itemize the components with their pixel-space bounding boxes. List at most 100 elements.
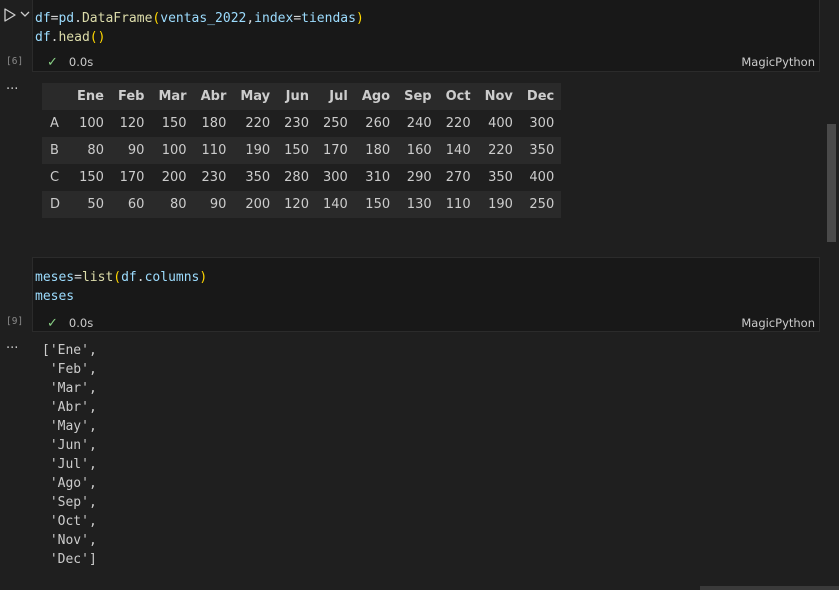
table-cell: 90 <box>193 191 234 218</box>
table-cell: 260 <box>354 110 398 137</box>
table-row: C 150 170 200 230 350 280 300 310 290 270 350 400 <box>42 164 562 191</box>
table-cell: 190 <box>233 137 278 164</box>
table-cell: 220 <box>233 110 278 137</box>
table-cell: 200 <box>233 191 278 218</box>
code-line: meses <box>35 287 207 306</box>
table-cell: 300 <box>315 164 355 191</box>
run-cell-icon[interactable] <box>3 8 17 22</box>
code-token: . <box>74 11 82 26</box>
code-line: df=pd.DataFrame(ventas_2022,index=tienda… <box>35 9 364 28</box>
table-cell: 270 <box>438 164 478 191</box>
column-header: Abr <box>193 83 234 110</box>
list-output-line: 'Oct', <box>42 514 97 529</box>
table-cell: 250 <box>315 110 355 137</box>
table-cell: 180 <box>354 137 398 164</box>
table-cell: 290 <box>397 164 439 191</box>
check-icon: ✓ <box>47 315 58 331</box>
table-cell: 150 <box>70 164 111 191</box>
column-header: Ene <box>70 83 111 110</box>
table-cell: 300 <box>519 110 562 137</box>
table-cell: 250 <box>519 191 562 218</box>
more-actions-icon[interactable]: ··· <box>6 82 18 97</box>
column-header: Sep <box>397 83 439 110</box>
code-token: = <box>74 270 82 285</box>
execution-count: [6] <box>6 56 24 67</box>
column-header: Dec <box>519 83 562 110</box>
table-cell: 190 <box>477 191 520 218</box>
list-output-line: 'May', <box>42 419 97 434</box>
table-cell: 120 <box>277 191 316 218</box>
column-header: Feb <box>110 83 152 110</box>
table-cell: 120 <box>110 110 152 137</box>
table-cell: 220 <box>438 110 478 137</box>
table-cell: 140 <box>315 191 355 218</box>
list-output-line: 'Abr', <box>42 400 97 415</box>
table-cell: 140 <box>438 137 478 164</box>
table-cell: 130 <box>397 191 439 218</box>
code-token: tiendas <box>301 11 356 26</box>
table-cell: 240 <box>397 110 439 137</box>
code-token: = <box>293 11 302 26</box>
vertical-scrollbar[interactable] <box>827 124 836 242</box>
code-token: DataFrame <box>81 11 153 26</box>
code-line: meses=list(df.columns) <box>35 268 207 287</box>
exec-time: 0.0s <box>68 55 94 69</box>
table-cell: 280 <box>277 164 316 191</box>
table-cell: 400 <box>477 110 520 137</box>
code-token: ) <box>199 270 208 285</box>
code-token: head <box>58 30 90 45</box>
check-icon: ✓ <box>47 54 58 70</box>
table-row: D 50 60 80 90 200 120 140 150 130 110 190 250 <box>42 191 562 218</box>
table-cell: 170 <box>110 164 152 191</box>
table-cell: 230 <box>277 110 316 137</box>
table-cell: 220 <box>477 137 520 164</box>
column-header: Nov <box>477 83 520 110</box>
list-output-line: 'Mar', <box>42 381 97 396</box>
code-token: ventas_2022 <box>160 11 247 26</box>
code-token: index <box>254 11 294 26</box>
table-cell: 350 <box>233 164 278 191</box>
table-cell: 350 <box>519 137 562 164</box>
table-cell: 150 <box>277 137 316 164</box>
list-output-line: 'Nov', <box>42 533 97 548</box>
code-token: columns <box>144 270 200 285</box>
table-cell: 50 <box>70 191 111 218</box>
table-cell: 110 <box>438 191 478 218</box>
code-editor-2[interactable]: meses=list(df.columns) meses <box>35 268 207 306</box>
row-index: C <box>42 164 71 191</box>
index-header <box>42 83 71 110</box>
list-output-line: 'Sep', <box>42 495 97 510</box>
code-line: df.head() <box>35 28 364 47</box>
table-cell: 230 <box>193 164 234 191</box>
horizontal-scrollbar[interactable] <box>700 586 839 590</box>
code-token: . <box>136 270 145 285</box>
table-row: A 100 120 150 180 220 230 250 260 240 220 400 300 <box>42 110 562 137</box>
table-cell: 310 <box>354 164 398 191</box>
code-token: list <box>81 270 114 285</box>
column-header: May <box>233 83 278 110</box>
row-index: D <box>42 191 71 218</box>
list-output-line: 'Dec'] <box>42 552 97 567</box>
list-output-line: 'Jul', <box>42 457 97 472</box>
execution-count: [9] <box>6 316 24 327</box>
list-output-line: ['Ene', <box>42 343 97 358</box>
table-cell: 90 <box>110 137 152 164</box>
row-index: A <box>42 110 71 137</box>
kernel-language-label[interactable]: MagicPython <box>741 316 815 330</box>
list-output-line: 'Ago', <box>42 476 97 491</box>
kernel-language-label[interactable]: MagicPython <box>741 55 815 69</box>
table-cell: 80 <box>151 191 194 218</box>
table-cell: 110 <box>193 137 234 164</box>
table-cell: 100 <box>70 110 111 137</box>
column-header: Jul <box>315 83 355 110</box>
code-editor-1[interactable]: df=pd.DataFrame(ventas_2022,index=tienda… <box>35 9 364 47</box>
table-cell: 60 <box>110 191 152 218</box>
table-cell: 150 <box>151 110 194 137</box>
column-header: Ago <box>354 83 398 110</box>
dataframe-output: Ene Feb Mar Abr May Jun Jul Ago Sep Oct Nov Dec A 10… <box>42 83 562 218</box>
more-actions-icon[interactable]: ··· <box>6 341 18 356</box>
table-cell: 200 <box>151 164 194 191</box>
chevron-down-icon[interactable] <box>20 9 30 19</box>
table-cell: 100 <box>151 137 194 164</box>
exec-time: 0.0s <box>68 316 94 330</box>
